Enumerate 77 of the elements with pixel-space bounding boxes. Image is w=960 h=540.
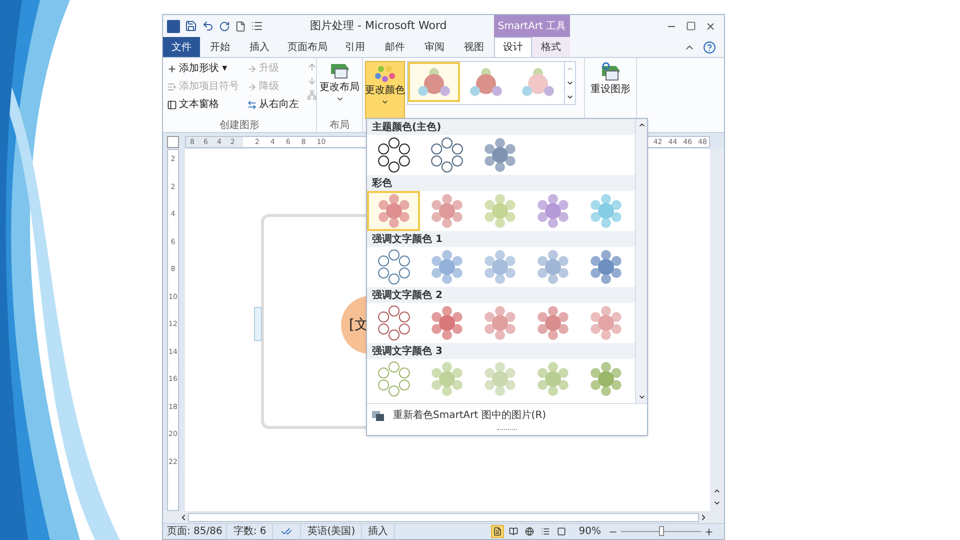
zoom-slider[interactable]: [621, 526, 701, 537]
zoom-thumb[interactable]: [658, 526, 664, 536]
window-title: 图片处理 - Microsoft Word: [310, 18, 447, 34]
section-header: 主题颜色(主色): [367, 119, 635, 135]
view-button[interactable]: [490, 525, 504, 538]
ribbon-command[interactable]: 从右向左: [247, 97, 299, 112]
move-up-icon[interactable]: [307, 62, 317, 72]
org-layout-icon[interactable]: [307, 90, 317, 100]
page-count[interactable]: 页面: 85/86: [163, 524, 228, 539]
bullet-list-icon: [167, 82, 177, 92]
plus-icon: [167, 64, 177, 74]
ribbon-tab[interactable]: 页面布局: [279, 37, 336, 57]
caret-icon: [336, 95, 344, 103]
ribbon-tab[interactable]: 引用: [335, 37, 376, 57]
horizontal-scrollbar[interactable]: [188, 512, 699, 522]
caret-icon: [381, 98, 389, 106]
view-icon: [556, 527, 566, 536]
change-colors-button[interactable]: 更改颜色: [365, 61, 405, 119]
view-icon: [508, 527, 518, 536]
view-button[interactable]: [522, 525, 536, 538]
scroll-right-icon[interactable]: [699, 512, 708, 522]
arrow-icon: [247, 64, 257, 74]
previous-page-icon[interactable]: [713, 487, 721, 495]
language-status[interactable]: 英语(美国): [300, 524, 362, 539]
ribbon-command[interactable]: 文本窗格: [167, 97, 239, 112]
swap-arrows-icon: [247, 100, 257, 110]
dropdown-scrollbar[interactable]: [635, 119, 647, 403]
layout-icon: [328, 62, 350, 80]
save-icon[interactable]: [185, 20, 197, 32]
section-header: 强调文字颜色 2: [367, 287, 635, 303]
view-icon: [524, 527, 534, 536]
context-tab-header: SmartArt 工具: [494, 15, 570, 37]
proofing-icon[interactable]: [281, 526, 292, 537]
scroll-left-icon[interactable]: [179, 512, 188, 522]
recolor-pictures-item[interactable]: 重新着色SmartArt 图中的图片(R): [367, 403, 647, 427]
group-label: 创建图形: [218, 118, 260, 132]
group-label: 布局: [328, 119, 350, 132]
recolor-picture-icon: [371, 410, 385, 422]
reset-graphic-button[interactable]: 重设图形: [585, 58, 636, 97]
redo-icon[interactable]: [219, 20, 230, 32]
ribbon-tab[interactable]: 设计: [494, 37, 532, 57]
move-down-icon[interactable]: [307, 76, 317, 86]
more-icon: [566, 93, 574, 101]
ribbon-tab[interactable]: 视图: [454, 37, 494, 57]
zoom-level[interactable]: 90%: [578, 524, 601, 539]
undo-icon[interactable]: [202, 20, 214, 32]
section-header: 强调文字颜色 1: [367, 231, 635, 247]
ribbon-tab[interactable]: 审阅: [414, 37, 454, 57]
color-dots-icon: [374, 65, 396, 83]
change-layout-button[interactable]: 更改布局: [317, 58, 362, 118]
help-icon[interactable]: [703, 40, 716, 54]
view-button[interactable]: [506, 525, 520, 538]
ribbon-tab[interactable]: 插入: [240, 37, 280, 57]
insert-mode-status[interactable]: 插入: [362, 524, 396, 539]
zoom-in-icon[interactable]: [704, 526, 714, 536]
style-thumbnail[interactable]: [408, 62, 460, 102]
text-pane-handle[interactable]: [254, 307, 262, 341]
app-icon: [167, 20, 180, 32]
tab-selector[interactable]: [167, 136, 179, 148]
ribbon-tab[interactable]: 开始: [200, 37, 240, 57]
section-header: 强调文字颜色 3: [367, 343, 635, 359]
color-variation[interactable]: [367, 191, 420, 231]
text-pane-icon: [167, 100, 177, 110]
ribbon-tab[interactable]: 文件: [163, 37, 200, 57]
close-icon[interactable]: [705, 20, 716, 32]
ribbon-command[interactable]: 添加形状 ▾: [167, 61, 239, 76]
word-count[interactable]: 字数: 6: [227, 524, 274, 539]
section-header: 彩色: [367, 175, 635, 191]
new-document-icon[interactable]: [235, 20, 246, 32]
next-page-icon[interactable]: [713, 499, 721, 507]
ribbon-tab[interactable]: 格式: [532, 37, 570, 57]
ribbon-tab[interactable]: 邮件: [375, 37, 415, 57]
arrow-icon: [247, 82, 257, 92]
reset-graphic-icon: [600, 62, 622, 82]
maximize-icon[interactable]: [686, 20, 696, 30]
view-icon: [540, 527, 550, 536]
view-icon: [492, 527, 502, 536]
